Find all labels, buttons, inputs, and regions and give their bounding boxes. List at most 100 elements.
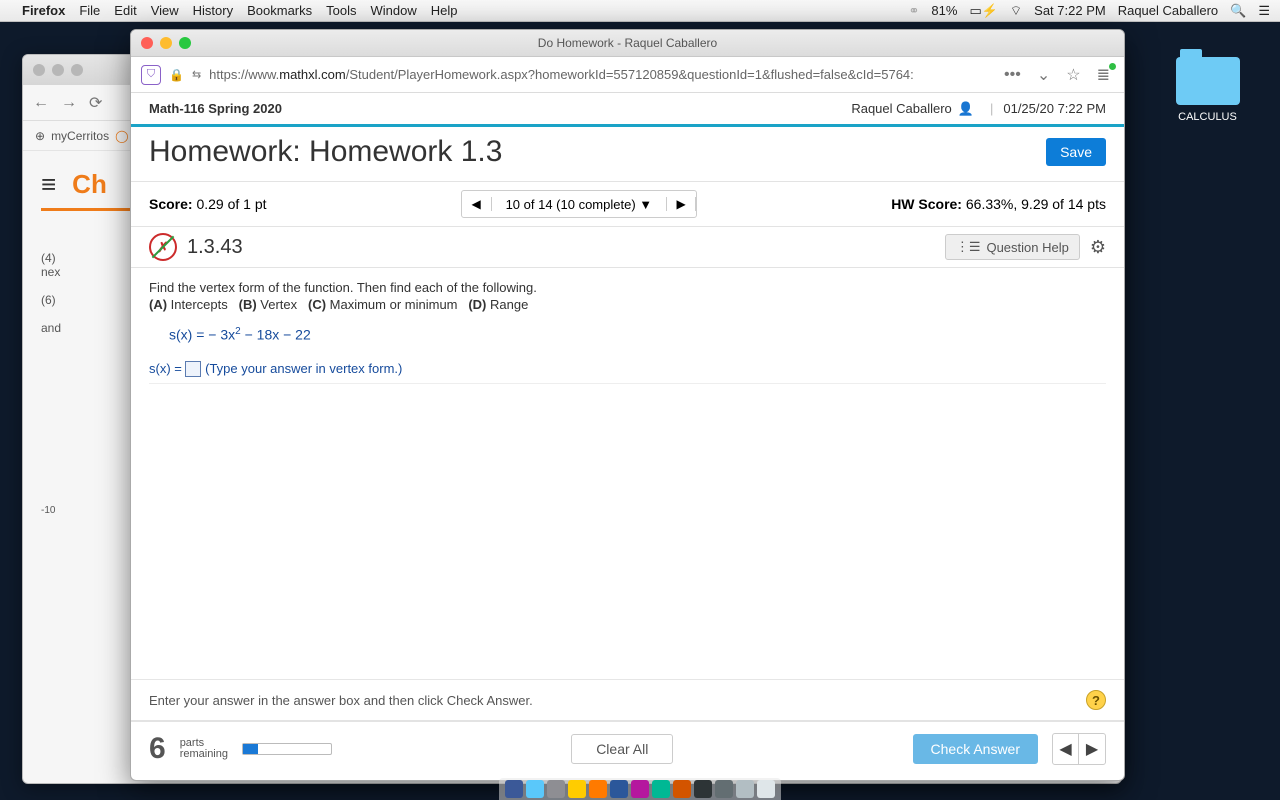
divider: |: [990, 101, 993, 116]
dock-app-7[interactable]: [631, 780, 649, 798]
bg-traffic-max[interactable]: [71, 64, 83, 76]
chegg-favicon: ◯: [115, 129, 128, 143]
question-header: ✗ 1.3.43 ⋮☰Question Help ⚙: [131, 227, 1124, 268]
enter-hint: Enter your answer in the answer box and …: [149, 693, 533, 708]
score-label: Score:: [149, 196, 193, 212]
prev-question-button[interactable]: ◀: [462, 197, 492, 211]
dock-app-10[interactable]: [694, 780, 712, 798]
hw-title-row: Homework: Homework 1.3 Save: [131, 127, 1124, 182]
menu-help[interactable]: Help: [431, 3, 458, 18]
list-icon: ⋮☰: [956, 239, 981, 255]
hwscore-value: 66.33%, 9.29 of 14 pts: [966, 196, 1106, 212]
menu-history[interactable]: History: [193, 3, 233, 18]
dock-app-1[interactable]: [505, 780, 523, 798]
menu-app[interactable]: Firefox: [22, 3, 65, 18]
shield-icon[interactable]: ⛉: [141, 65, 161, 85]
battery-percent: 81%: [931, 3, 957, 18]
student-name: Raquel Caballero: [851, 101, 951, 116]
hwscore-label: HW Score:: [891, 196, 962, 212]
dock-app-3[interactable]: [547, 780, 565, 798]
question-nav: ◀ 10 of 14 (10 complete) ▼ ▶: [461, 190, 698, 218]
menubar-clock[interactable]: Sat 7:22 PM: [1034, 3, 1106, 18]
parts-label: partsremaining: [180, 738, 228, 760]
question-body: Find the vertex form of the function. Th…: [131, 268, 1124, 679]
menu-edit[interactable]: Edit: [114, 3, 136, 18]
bookmark-mycerritos[interactable]: myCerritos: [51, 129, 109, 143]
progress-bar: [242, 743, 332, 755]
hamburger-icon[interactable]: ≡: [41, 169, 56, 200]
hw-title: Homework: Homework 1.3: [149, 135, 502, 169]
footer-prev-button[interactable]: ◀: [1053, 734, 1079, 764]
dock-app-2[interactable]: [526, 780, 544, 798]
course-bar: Math-116 Spring 2020 Raquel Caballero 👤 …: [131, 93, 1124, 127]
url-bar[interactable]: https://www.mathxl.com/Student/PlayerHom…: [209, 67, 992, 82]
maximize-icon[interactable]: [179, 37, 191, 49]
timestamp: 01/25/20 7:22 PM: [1003, 101, 1106, 116]
menu-view[interactable]: View: [151, 3, 179, 18]
fg-titlebar[interactable]: Do Homework - Raquel Caballero: [131, 30, 1124, 57]
forward-icon[interactable]: →: [61, 94, 77, 112]
homework-browser-window: Do Homework - Raquel Caballero ⛉ 🔒 ⇆ htt…: [130, 29, 1125, 781]
bg-traffic-min[interactable]: [52, 64, 64, 76]
close-icon[interactable]: [141, 37, 153, 49]
help-icon[interactable]: ?: [1086, 690, 1106, 710]
dock-app-9[interactable]: [673, 780, 691, 798]
reload-icon[interactable]: ⟳: [89, 93, 102, 113]
next-question-button[interactable]: ▶: [666, 197, 696, 211]
extension-icon[interactable]: ≣: [1093, 65, 1114, 85]
dock-app-4[interactable]: [568, 780, 586, 798]
desktop: CALCULUS ← → ⟳ ⊕ myCerritos ◯ ≡ Ch (4): [0, 22, 1280, 800]
check-answer-button[interactable]: Check Answer: [913, 734, 1038, 764]
bluetooth-icon[interactable]: ⚭: [909, 3, 920, 19]
lock-icon[interactable]: 🔒: [169, 68, 184, 82]
parts-count: 6: [149, 732, 166, 766]
menu-file[interactable]: File: [79, 3, 100, 18]
mac-menubar: Firefox File Edit View History Bookmarks…: [0, 0, 1280, 22]
dock-app-6[interactable]: [610, 780, 628, 798]
answer-line: s(x) = (Type your answer in vertex form.…: [149, 361, 1106, 385]
footer-nav: ◀ ▶: [1052, 733, 1106, 765]
battery-icon[interactable]: ▭⚡: [969, 3, 997, 19]
spotlight-icon[interactable]: 🔍: [1230, 3, 1246, 19]
desktop-folder-calculus[interactable]: CALCULUS: [1170, 57, 1245, 123]
dock-app-12[interactable]: [736, 780, 754, 798]
ellipsis-icon[interactable]: •••: [1000, 66, 1025, 84]
footer: 6 partsremaining Clear All Check Answer …: [131, 720, 1124, 780]
dock-app-5[interactable]: [589, 780, 607, 798]
gear-icon[interactable]: ⚙: [1090, 237, 1106, 258]
menu-window[interactable]: Window: [371, 3, 417, 18]
answer-input[interactable]: [185, 361, 201, 377]
bg-traffic-close[interactable]: [33, 64, 45, 76]
minimize-icon[interactable]: [160, 37, 172, 49]
equation: s(x) = − 3x2 − 18x − 22: [149, 326, 1106, 343]
question-position[interactable]: 10 of 14 (10 complete) ▼: [492, 197, 667, 212]
dock[interactable]: [499, 778, 781, 800]
score-value: 0.29 of 1 pt: [196, 196, 266, 212]
question-help-button[interactable]: ⋮☰Question Help: [945, 234, 1080, 260]
course-name: Math-116 Spring 2020: [149, 101, 282, 116]
question-number: 1.3.43: [187, 236, 243, 259]
menu-tools[interactable]: Tools: [326, 3, 356, 18]
save-button[interactable]: Save: [1046, 138, 1106, 166]
dock-app-11[interactable]: [715, 780, 733, 798]
footer-next-button[interactable]: ▶: [1079, 734, 1105, 764]
dock-app-8[interactable]: [652, 780, 670, 798]
dock-app-13[interactable]: [757, 780, 775, 798]
clear-all-button[interactable]: Clear All: [571, 734, 673, 764]
back-icon[interactable]: ←: [33, 94, 49, 112]
globe-icon: ⊕: [35, 129, 45, 143]
brand-text: Ch: [72, 169, 107, 200]
url-path: /Student/PlayerHomework.aspx?homeworkId=…: [346, 67, 914, 82]
pocket-icon[interactable]: ⌄: [1033, 65, 1054, 85]
folder-icon: [1176, 57, 1240, 105]
window-title: Do Homework - Raquel Caballero: [131, 36, 1124, 50]
menubar-user[interactable]: Raquel Caballero: [1118, 3, 1218, 18]
question-instruction: Find the vertex form of the function. Th…: [149, 280, 1106, 295]
star-icon[interactable]: ☆: [1062, 65, 1084, 85]
score-row: Score: 0.29 of 1 pt ◀ 10 of 14 (10 compl…: [131, 182, 1124, 227]
menu-icon[interactable]: ☰: [1258, 3, 1270, 19]
menu-bookmarks[interactable]: Bookmarks: [247, 3, 312, 18]
permissions-icon[interactable]: ⇆: [192, 68, 201, 81]
hint-row: Enter your answer in the answer box and …: [131, 679, 1124, 720]
wifi-icon[interactable]: ⌔: [1010, 3, 1022, 19]
